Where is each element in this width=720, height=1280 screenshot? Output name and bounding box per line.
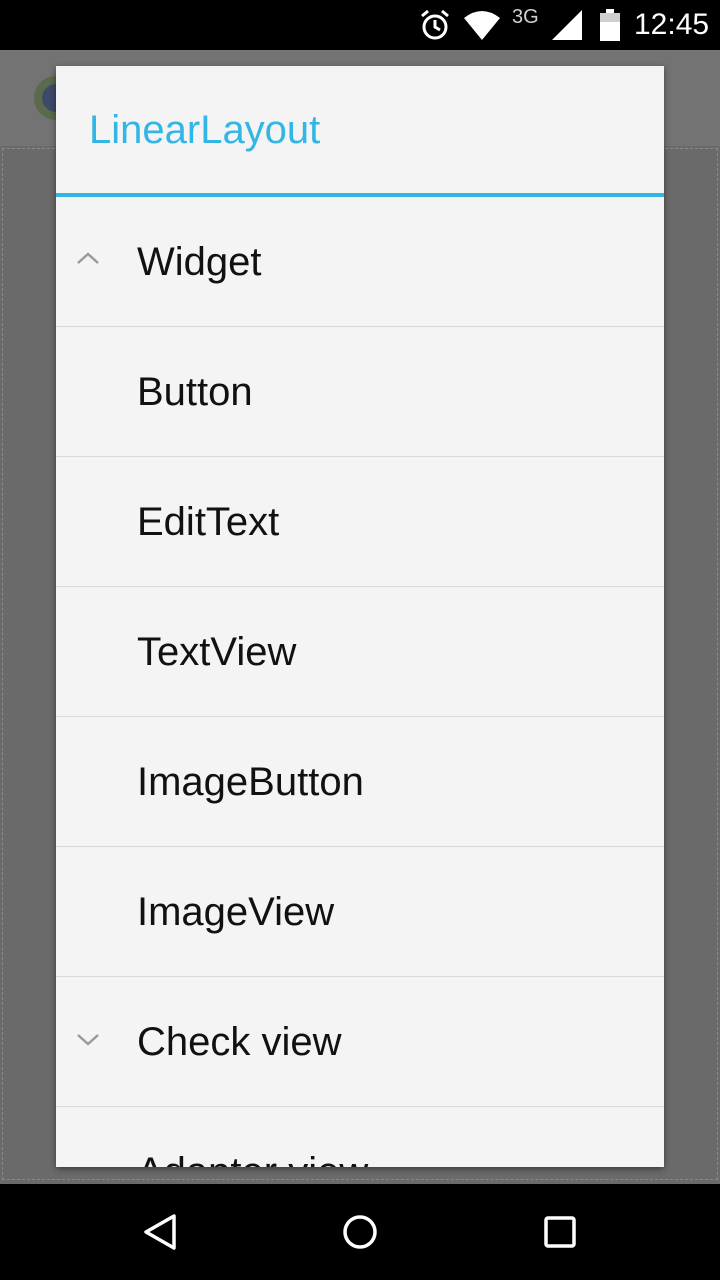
battery-icon <box>600 9 620 41</box>
list-item-label: Check view <box>137 1020 342 1064</box>
chevron-up-icon <box>77 252 99 264</box>
widget-list[interactable]: Widget Button EditText TextView ImageBut… <box>56 197 664 1167</box>
list-item-label: EditText <box>137 500 280 544</box>
wifi-icon <box>464 11 500 40</box>
widget-picker-dialog: LinearLayout Widget Button EditText Text… <box>56 66 664 1167</box>
list-group-adapter-view[interactable]: Adapter view <box>56 1107 664 1167</box>
navigation-bar <box>0 1184 720 1280</box>
back-icon[interactable] <box>138 1210 182 1254</box>
recent-apps-icon[interactable] <box>538 1210 582 1254</box>
list-item-label: Widget <box>137 240 262 284</box>
home-icon[interactable] <box>338 1210 382 1254</box>
alarm-icon <box>421 9 449 40</box>
signal-icon <box>552 10 582 40</box>
list-item-label: ImageView <box>137 890 335 934</box>
list-group-check-view[interactable]: Check view <box>56 977 664 1107</box>
list-item-label: Adapter view <box>137 1150 368 1167</box>
list-item-edittext[interactable]: EditText <box>56 457 664 587</box>
chevron-down-icon <box>77 1034 99 1046</box>
list-item-imagebutton[interactable]: ImageButton <box>56 717 664 847</box>
status-time: 12:45 <box>634 8 710 41</box>
list-item-label: TextView <box>137 630 297 674</box>
list-item-label: Button <box>137 370 253 414</box>
list-item-imageview[interactable]: ImageView <box>56 847 664 977</box>
status-bar: 3G 12:45 <box>0 0 720 50</box>
list-item-button[interactable]: Button <box>56 327 664 457</box>
dialog-title: LinearLayout <box>89 108 321 152</box>
list-item-label: ImageButton <box>137 760 364 804</box>
network-type-label: 3G <box>512 6 539 28</box>
list-group-widget[interactable]: Widget <box>56 197 664 327</box>
list-item-textview[interactable]: TextView <box>56 587 664 717</box>
